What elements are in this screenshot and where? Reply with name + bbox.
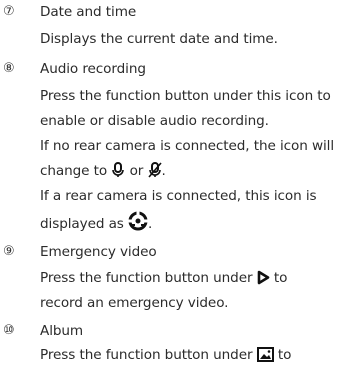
- item-number-7: ⑦: [3, 4, 15, 19]
- section-text: Press the function button under: [40, 270, 253, 286]
- section-text-row: Press the function button under to: [40, 268, 287, 288]
- section-text: If no rear camera is connected, the icon…: [40, 138, 334, 154]
- section-title-emergency-video: Emergency video: [40, 244, 157, 260]
- play-triangle-icon: [257, 270, 269, 285]
- section-text: Displays the current date and time.: [40, 31, 278, 47]
- section-text: change to: [40, 163, 108, 179]
- section-text: to: [277, 347, 292, 363]
- section-text: to: [273, 270, 288, 286]
- section-text: Press the function button under: [40, 347, 253, 363]
- section-text: .: [161, 163, 166, 179]
- item-number-9: ⑨: [3, 244, 15, 259]
- album-icon: [256, 347, 274, 362]
- section-title-audio-recording: Audio recording: [40, 61, 146, 77]
- item-number-8: ⑧: [3, 61, 15, 76]
- section-text: If a rear camera is connected, this icon…: [40, 188, 317, 204]
- section-title-date-time: Date and time: [40, 4, 137, 20]
- microphone-icon: [112, 162, 125, 177]
- microphone-muted-icon: [147, 162, 162, 178]
- manual-page: ⑦ Date and time Displays the current dat…: [0, 0, 359, 363]
- section-text: record an emergency video.: [40, 295, 229, 311]
- section-text-row: Press the function button under to: [40, 345, 291, 365]
- section-text: displayed as: [40, 216, 124, 232]
- rear-camera-audio-icon: [128, 211, 149, 231]
- section-text: enable or disable audio recording.: [40, 113, 269, 129]
- section-text: .: [148, 216, 153, 232]
- section-title-album: Album: [40, 323, 84, 339]
- item-number-10: ⑩: [3, 323, 15, 338]
- section-text: or: [129, 163, 144, 179]
- section-text-row: change to or .: [40, 161, 166, 181]
- section-text: Press the function button under this ico…: [40, 88, 331, 104]
- section-text-row: displayed as .: [40, 211, 152, 234]
